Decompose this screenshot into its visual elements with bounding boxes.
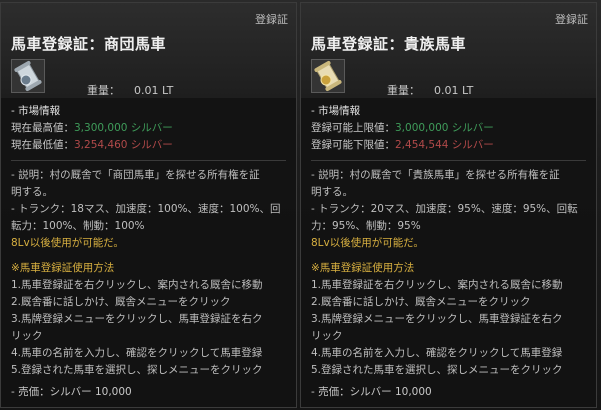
usage-line: リック [311,330,343,342]
item-title: 馬車登録証：商団馬車 [11,35,167,53]
weight-value: 0.01 LT [434,84,474,97]
sell-price-value: シルバー 10,000 [349,386,432,398]
description-line: 明する。 [311,186,353,198]
usage-line: 2.厩舎番に話しかけ、厩舎メニューをクリック [311,296,531,308]
weight-value: 0.01 LT [134,84,174,97]
price-value: 3,300,000 シルバー [74,122,173,134]
price-label: 現在最高値： [11,122,74,134]
description-line: 力：95%、制動：95% [311,220,421,232]
tooltip-body: - 市場情報 登録可能上限値：3,000,000 シルバー 登録可能下限値：2,… [311,103,591,379]
weight-row: 重量： 0.01 LT [387,82,473,98]
sell-price-label: - 売価： [11,386,50,398]
price-row-low: 現在最低値：3,254,460 シルバー [11,137,291,154]
divider [11,160,286,161]
price-value: 3,000,000 シルバー [395,122,494,134]
description-line: 転力：100%、制動：100% [11,220,145,232]
usage-header: ※馬車登録証使用方法 [11,262,115,274]
price-value: 3,254,460 シルバー [74,139,173,151]
description-line: 明する。 [11,186,53,198]
usage-line: 1.馬車登録証を右クリックし、案内される厩舎に移動 [311,279,563,291]
price-value: 2,454,544 シルバー [395,139,494,151]
scroll-certificate-gold-icon [312,60,344,92]
sell-price-value: シルバー 10,000 [49,386,132,398]
sell-price-label: - 売価： [311,386,350,398]
market-header: - 市場情報 [311,105,361,117]
weight-label: 重量： [87,84,120,97]
usage-line: 4.馬車の名前を入力し、確認をクリックして馬車登録 [311,347,563,359]
price-label: 現在最低値： [11,139,74,151]
usage-line: 3.馬牌登録メニューをクリックし、馬車登録証を右ク [11,313,263,325]
price-label: 登録可能下限値： [311,139,395,151]
description-line: - 説明：村の厩舎で「商団馬車」を探せる所有権を証 [11,169,260,181]
usage-header: ※馬車登録証使用方法 [311,262,415,274]
usage-line: 5.登録された馬車を選択し、探しメニューをクリック [11,364,263,376]
usage-line: リック [11,330,43,342]
usage-line: 3.馬牌登録メニューをクリックし、馬車登録証を右ク [311,313,563,325]
description-line: - トランク：18マス、加速度：100%、速度：100%、回 [11,203,281,215]
divider [311,160,586,161]
description-line: - トランク：20マス、加速度：95%、速度：95%、回転 [311,203,578,215]
weight-label: 重量： [387,84,420,97]
sell-price-row: - 売価：シルバー 10,000 [311,384,432,399]
item-icon-frame [311,59,345,93]
category-label: 登録証 [555,13,588,26]
item-icon-frame [11,59,45,93]
weight-row: 重量： 0.01 LT [87,82,173,98]
price-row-lower: 登録可能下限値：2,454,544 シルバー [311,137,591,154]
scroll-certificate-icon [12,60,44,92]
tooltip-body: - 市場情報 現在最高値：3,300,000 シルバー 現在最低値：3,254,… [11,103,291,379]
price-row-upper: 登録可能上限値：3,000,000 シルバー [311,120,591,137]
usage-line: 1.馬車登録証を右クリックし、案内される厩舎に移動 [11,279,263,291]
level-requirement: 8Lv以後使用が可能だ。 [311,237,424,249]
usage-line: 4.馬車の名前を入力し、確認をクリックして馬車登録 [11,347,263,359]
sell-price-row: - 売価：シルバー 10,000 [11,384,132,399]
item-title: 馬車登録証：貴族馬車 [311,35,467,53]
category-label: 登録証 [255,13,288,26]
usage-line: 5.登録された馬車を選択し、探しメニューをクリック [311,364,563,376]
description-line: - 説明：村の厩舎で「貴族馬車」を探せる所有権を証 [311,169,560,181]
usage-line: 2.厩舎番に話しかけ、厩舎メニューをクリック [11,296,231,308]
market-header: - 市場情報 [11,105,61,117]
tooltip-merchant-wagon: 登録証 馬車登録証：商団馬車 重量： 0.01 LT - 市場情報 現在最高値：3… [0,2,297,408]
level-requirement: 8Lv以後使用が可能だ。 [11,237,124,249]
price-row-high: 現在最高値：3,300,000 シルバー [11,120,291,137]
tooltip-noble-wagon: 登録証 馬車登録証：貴族馬車 重量： 0.01 LT - 市場情報 登録可能上限値… [300,2,597,408]
price-label: 登録可能上限値： [311,122,395,134]
